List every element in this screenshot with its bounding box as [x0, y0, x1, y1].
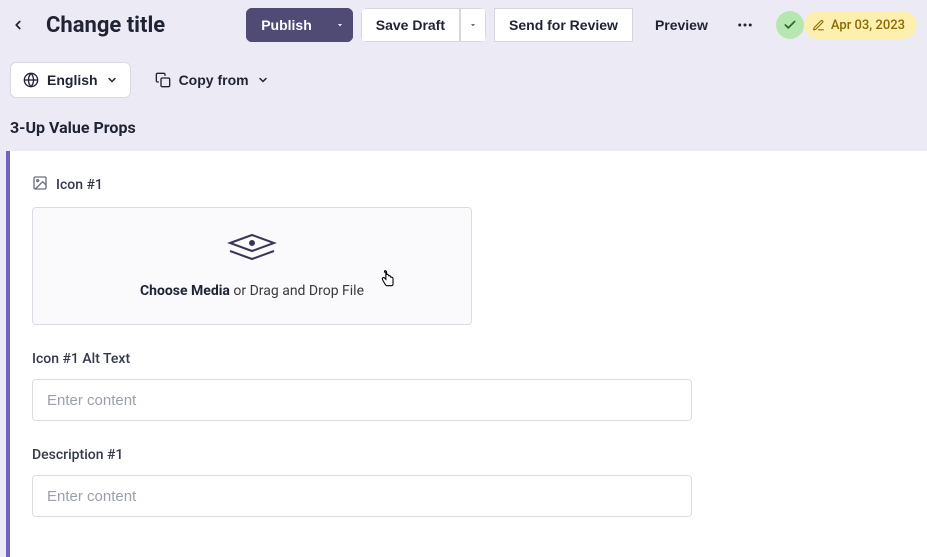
pencil-icon [812, 19, 825, 32]
language-selector[interactable]: English [10, 62, 131, 98]
field-label-text: Icon #1 [56, 177, 103, 193]
field-alt-1: Icon #1 Alt Text [32, 351, 903, 421]
send-for-review-button[interactable]: Send for Review [494, 8, 633, 42]
more-actions-button[interactable] [730, 8, 760, 42]
dropzone-choose-media: Choose Media [140, 283, 230, 299]
chevron-down-icon [106, 74, 118, 86]
language-label: English [47, 72, 98, 88]
status-check-badge [776, 11, 804, 39]
dropzone-text: Choose Media or Drag and Drop File [140, 283, 364, 299]
more-horizontal-icon [736, 16, 754, 34]
page-title: Change title [46, 13, 165, 38]
copy-from-button[interactable]: Copy from [145, 62, 279, 98]
field-label-text: Description #1 [32, 447, 123, 463]
field-label-text: Icon #1 Alt Text [32, 351, 130, 367]
check-icon [783, 18, 797, 32]
image-icon [32, 175, 48, 195]
globe-icon [23, 72, 39, 88]
preview-button[interactable]: Preview [641, 8, 722, 42]
field-label-desc-1: Description #1 [32, 447, 903, 463]
top-bar: Change title Publish Save Draft Send for… [0, 0, 927, 50]
caret-down-icon [468, 20, 478, 30]
publish-caret-button[interactable] [327, 8, 353, 42]
save-draft-button-group: Save Draft [361, 8, 486, 42]
field-desc-1: Description #1 [32, 447, 903, 517]
description-input[interactable] [32, 475, 692, 517]
field-icon-1: Icon #1 Choose Media or Drag and Drop Fi… [32, 175, 903, 325]
section-title: 3-Up Value Props [0, 110, 927, 151]
status-date-badge[interactable]: Apr 03, 2023 [804, 11, 917, 39]
publish-button-group: Publish [246, 8, 353, 42]
chevron-down-icon [257, 74, 269, 86]
save-draft-caret-button[interactable] [460, 8, 486, 42]
caret-down-icon [335, 20, 345, 30]
publish-button[interactable]: Publish [246, 8, 327, 42]
alt-text-input[interactable] [32, 379, 692, 421]
sub-bar: English Copy from [0, 50, 927, 110]
copy-from-label: Copy from [179, 72, 249, 88]
field-label-icon-1: Icon #1 [32, 175, 903, 195]
copy-icon [155, 72, 171, 88]
back-button[interactable] [4, 11, 32, 39]
field-label-alt-1: Icon #1 Alt Text [32, 351, 903, 367]
dropzone-rest: or Drag and Drop File [230, 283, 364, 299]
media-stack-icon [226, 233, 278, 273]
save-draft-button[interactable]: Save Draft [361, 8, 460, 42]
chevron-left-icon [11, 18, 25, 32]
media-dropzone[interactable]: Choose Media or Drag and Drop File [32, 207, 472, 325]
cursor-pointer-icon [379, 270, 397, 294]
status-date-text: Apr 03, 2023 [831, 18, 905, 33]
content-panel: Icon #1 Choose Media or Drag and Drop Fi… [6, 151, 927, 557]
